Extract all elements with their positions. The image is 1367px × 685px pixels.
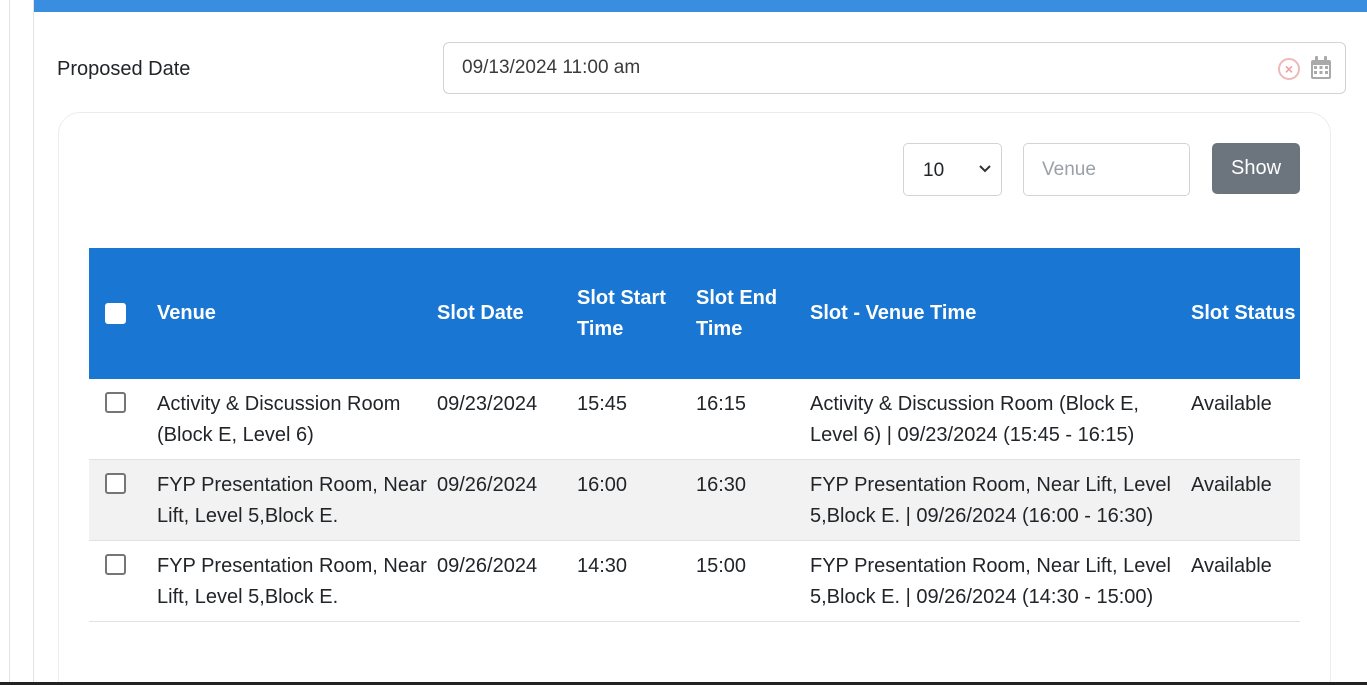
row-select-cell: [89, 379, 157, 460]
cell-venue: Activity & Discussion Room (Block E, Lev…: [157, 393, 401, 446]
cell-venue-time: Activity & Discussion Room (Block E, Lev…: [810, 393, 1139, 446]
cell-start-time: 14:30: [577, 555, 628, 577]
table-row: FYP Presentation Room, Near Lift, Level …: [89, 459, 1300, 541]
cell-slot-date: 09/26/2024: [437, 474, 538, 496]
row-select-cell: [89, 460, 157, 541]
cell-status: Available: [1191, 555, 1272, 577]
header-slot-date[interactable]: Slot Date: [437, 248, 577, 379]
row-checkbox[interactable]: [105, 473, 126, 494]
header-venue[interactable]: Venue: [157, 248, 437, 379]
table-header-row: Venue Slot Date Slot Start Time Slot End…: [89, 248, 1300, 379]
header-slot-status[interactable]: Slot Status: [1191, 248, 1300, 379]
cell-start-time: 15:45: [577, 393, 628, 415]
cell-venue: FYP Presentation Room, Near Lift, Level …: [157, 555, 427, 608]
left-border: [9, 0, 10, 685]
calendar-icon[interactable]: [1310, 56, 1332, 80]
top-accent-bar: [34, 0, 1367, 12]
chevron-down-icon: [979, 165, 991, 173]
cell-status: Available: [1191, 393, 1272, 415]
header-slot-start-time[interactable]: Slot Start Time: [577, 248, 696, 379]
clear-icon[interactable]: ×: [1278, 58, 1300, 80]
table-row: Activity & Discussion Room (Block E, Lev…: [89, 379, 1300, 460]
venue-search-input[interactable]: [1023, 143, 1190, 196]
cell-slot-date: 09/26/2024: [437, 555, 538, 577]
row-checkbox[interactable]: [105, 554, 126, 575]
header-slot-venue-time[interactable]: Slot - Venue Time: [810, 248, 1191, 379]
show-button[interactable]: Show: [1212, 143, 1300, 194]
cell-status: Available: [1191, 474, 1272, 496]
proposed-date-field[interactable]: 09/13/2024 11:00 am ×: [443, 42, 1346, 94]
cell-start-time: 16:00: [577, 474, 628, 496]
slots-table: Venue Slot Date Slot Start Time Slot End…: [89, 248, 1300, 622]
page-size-value: 10: [923, 160, 945, 181]
cell-venue: FYP Presentation Room, Near Lift, Level …: [157, 474, 427, 527]
row-checkbox[interactable]: [105, 392, 126, 413]
page-size-select[interactable]: 10: [903, 143, 1002, 196]
panel-border: [33, 0, 34, 685]
cell-slot-date: 09/23/2024: [437, 393, 538, 415]
table-row: FYP Presentation Room, Near Lift, Level …: [89, 541, 1300, 622]
cell-venue-time: FYP Presentation Room, Near Lift, Level …: [810, 555, 1171, 608]
cell-venue-time: FYP Presentation Room, Near Lift, Level …: [810, 474, 1171, 527]
row-select-cell: [89, 541, 157, 622]
page: Proposed Date 09/13/2024 11:00 am × 10 S…: [0, 0, 1367, 685]
header-slot-end-time[interactable]: Slot End Time: [696, 248, 810, 379]
cell-end-time: 15:00: [696, 555, 747, 577]
proposed-date-value: 09/13/2024 11:00 am: [462, 57, 641, 78]
select-all-checkbox[interactable]: [105, 303, 126, 325]
cell-end-time: 16:15: [696, 393, 747, 415]
header-select-all-cell: [89, 248, 157, 379]
proposed-date-label: Proposed Date: [57, 58, 191, 80]
cell-end-time: 16:30: [696, 474, 747, 496]
